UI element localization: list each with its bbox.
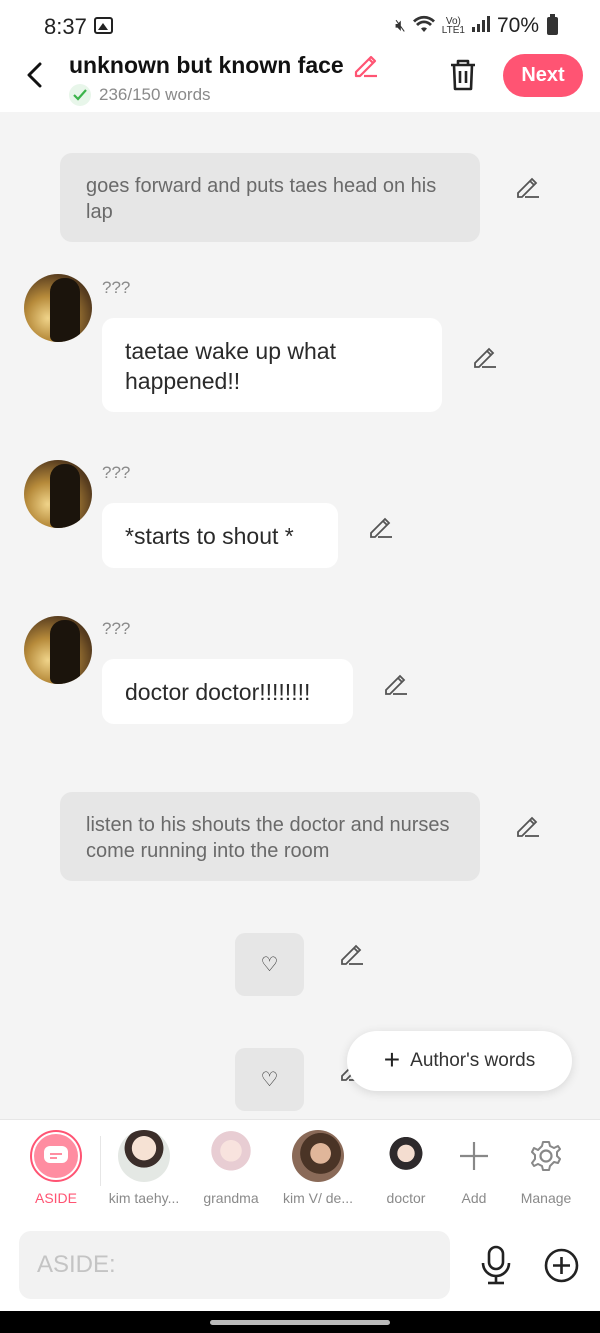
divider	[100, 1136, 101, 1186]
character-name: ASIDE	[34, 1190, 77, 1206]
trash-icon[interactable]	[448, 58, 478, 92]
character-avatar	[292, 1130, 344, 1182]
message-feed[interactable]: goes forward and puts taes head on his l…	[0, 112, 600, 1118]
signal-icon	[471, 15, 491, 37]
aside-message[interactable]: goes forward and puts taes head on his l…	[60, 153, 480, 242]
lte-icon: Vo) LTE1	[441, 16, 465, 36]
chat-message[interactable]: doctor doctor!!!!!!!!	[102, 659, 353, 724]
authors-words-button[interactable]: + Author's words	[347, 1031, 572, 1091]
system-nav-bar	[0, 1311, 600, 1333]
aside-message[interactable]: listen to his shouts the doctor and nurs…	[60, 792, 480, 881]
input-bar	[0, 1221, 600, 1311]
gear-icon	[520, 1130, 572, 1182]
battery-icon	[547, 14, 558, 35]
speaker-avatar[interactable]	[24, 460, 92, 528]
authors-words-label: Author's words	[410, 1050, 536, 1071]
character-grandma[interactable]: grandma	[189, 1130, 273, 1206]
character-avatar	[380, 1130, 432, 1182]
character-name: kim taehy...	[108, 1190, 180, 1206]
heart-reaction[interactable]: ♡	[235, 1048, 304, 1111]
next-button[interactable]: Next	[503, 54, 583, 97]
plus-icon: +	[383, 1044, 401, 1075]
back-button[interactable]	[22, 60, 48, 90]
edit-icon[interactable]	[368, 514, 394, 540]
edit-icon[interactable]	[383, 671, 409, 697]
edit-icon[interactable]	[515, 174, 541, 200]
plus-circle-icon[interactable]	[544, 1248, 579, 1283]
plus-icon	[448, 1130, 500, 1182]
status-right: 🔇︎ Vo) LTE1 70%	[395, 14, 558, 38]
speaker-avatar[interactable]	[24, 274, 92, 342]
speaker-name: ???	[102, 463, 131, 482]
mute-icon: 🔇︎	[395, 16, 406, 35]
edit-icon[interactable]	[339, 941, 365, 967]
check-icon	[69, 84, 91, 106]
character-avatar	[118, 1130, 170, 1182]
home-indicator[interactable]	[210, 1320, 390, 1325]
character-avatar	[205, 1130, 257, 1182]
character-aside[interactable]: ASIDE	[14, 1130, 98, 1206]
story-title[interactable]: unknown but known face	[69, 52, 344, 79]
chat-message[interactable]: *starts to shout *	[102, 503, 338, 568]
character-kim-taehyung[interactable]: kim taehy...	[102, 1130, 186, 1206]
speaker-name: ???	[102, 278, 131, 297]
edit-icon[interactable]	[515, 813, 541, 839]
character-kim-v[interactable]: kim V/ de...	[276, 1130, 360, 1206]
word-count-text: 236/150 words	[99, 85, 211, 104]
heart-reaction[interactable]: ♡	[235, 933, 304, 996]
chat-message[interactable]: taetae wake up what happened!!	[102, 318, 442, 412]
status-bar: 8:37 🔇︎ Vo) LTE1 70%	[0, 0, 600, 50]
battery-percent: 70%	[496, 14, 539, 37]
aside-avatar	[30, 1130, 82, 1182]
tool-label: Manage	[520, 1190, 572, 1206]
aside-input[interactable]	[19, 1231, 450, 1299]
character-name: grandma	[203, 1190, 259, 1206]
story-header: unknown but known face 236/150 words Nex…	[0, 50, 600, 112]
chat-bubble-icon	[44, 1146, 68, 1163]
chevron-left-icon	[27, 62, 42, 88]
edit-title-icon[interactable]	[352, 52, 378, 78]
microphone-icon[interactable]	[479, 1245, 513, 1285]
speaker-avatar[interactable]	[24, 616, 92, 684]
word-count: 236/150 words	[69, 84, 211, 106]
speaker-name: ???	[102, 619, 131, 638]
manage-characters-button[interactable]: Manage	[504, 1130, 588, 1206]
wifi-icon	[412, 15, 436, 38]
edit-icon[interactable]	[472, 344, 498, 370]
character-bar: ASIDE kim taehy... grandma kim V/ de... …	[0, 1119, 600, 1221]
status-time: 8:37	[44, 14, 87, 39]
character-name: kim V/ de...	[282, 1190, 354, 1206]
gallery-notification-icon	[94, 17, 113, 34]
